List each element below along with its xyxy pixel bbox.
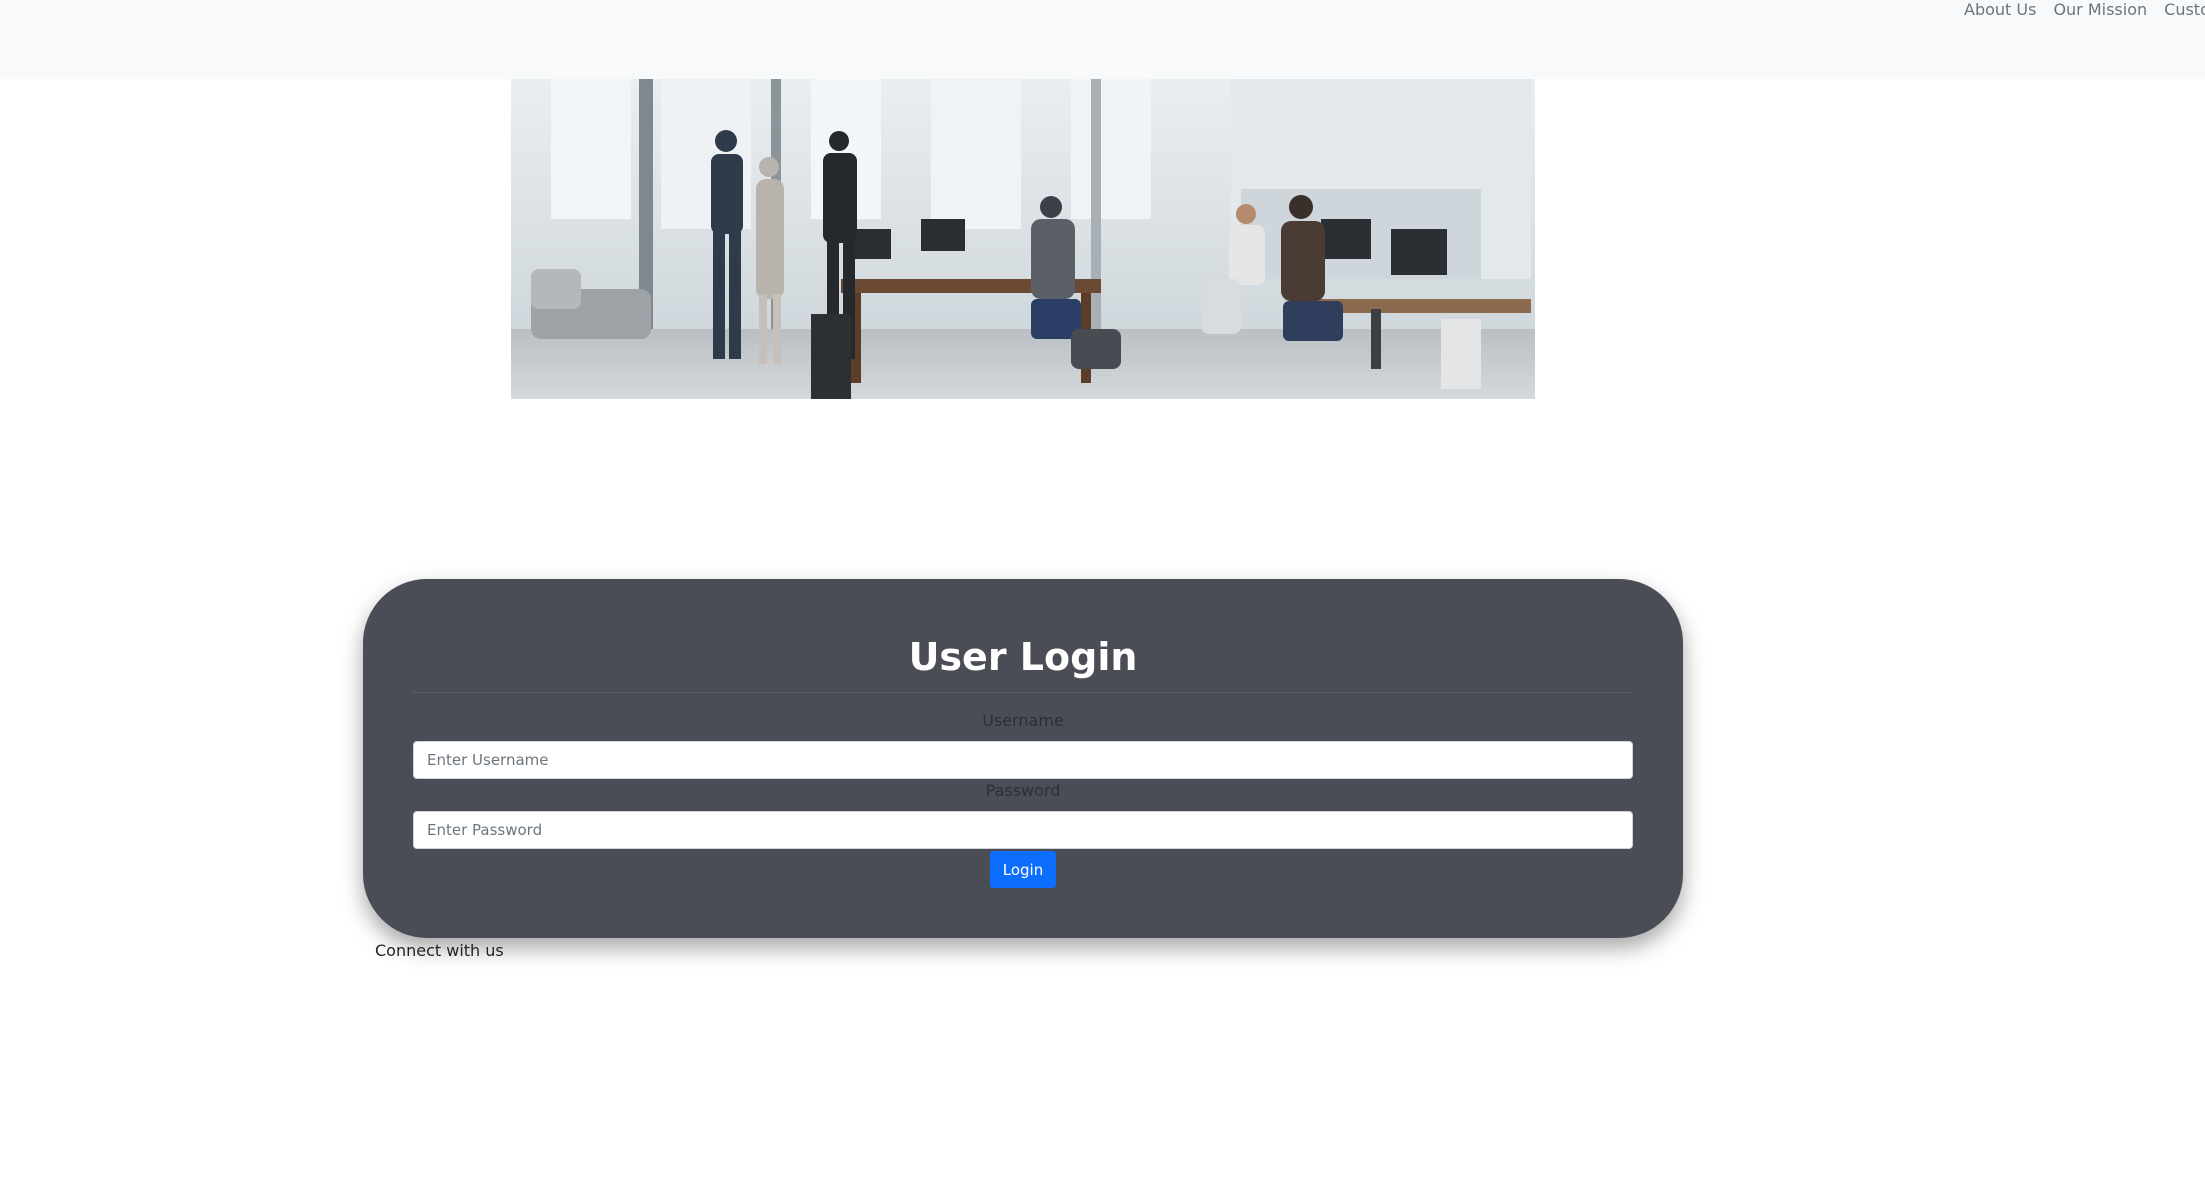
- login-card: User Login Username Password Login: [363, 579, 1683, 938]
- navbar-clip: About Us Our Mission Customer: [0, 0, 2205, 79]
- login-button[interactable]: Login: [990, 851, 1056, 888]
- username-input[interactable]: [413, 741, 1633, 779]
- title-divider: [413, 692, 1633, 693]
- username-label: Username: [982, 711, 1064, 730]
- password-label: Password: [985, 781, 1061, 800]
- nav-link-our-mission[interactable]: Our Mission: [2053, 0, 2147, 20]
- password-input[interactable]: [413, 811, 1633, 849]
- top-navbar: About Us Our Mission Customer: [0, 0, 2205, 79]
- login-title: User Login: [908, 635, 1138, 679]
- hero-image: [511, 79, 1535, 399]
- connect-with-us-text: Connect with us: [375, 941, 504, 960]
- nav-links: About Us Our Mission Customer: [1964, 0, 2205, 20]
- office-photo: [511, 79, 1535, 399]
- nav-link-customer[interactable]: Customer: [2164, 0, 2205, 20]
- nav-link-about-us[interactable]: About Us: [1964, 0, 2036, 20]
